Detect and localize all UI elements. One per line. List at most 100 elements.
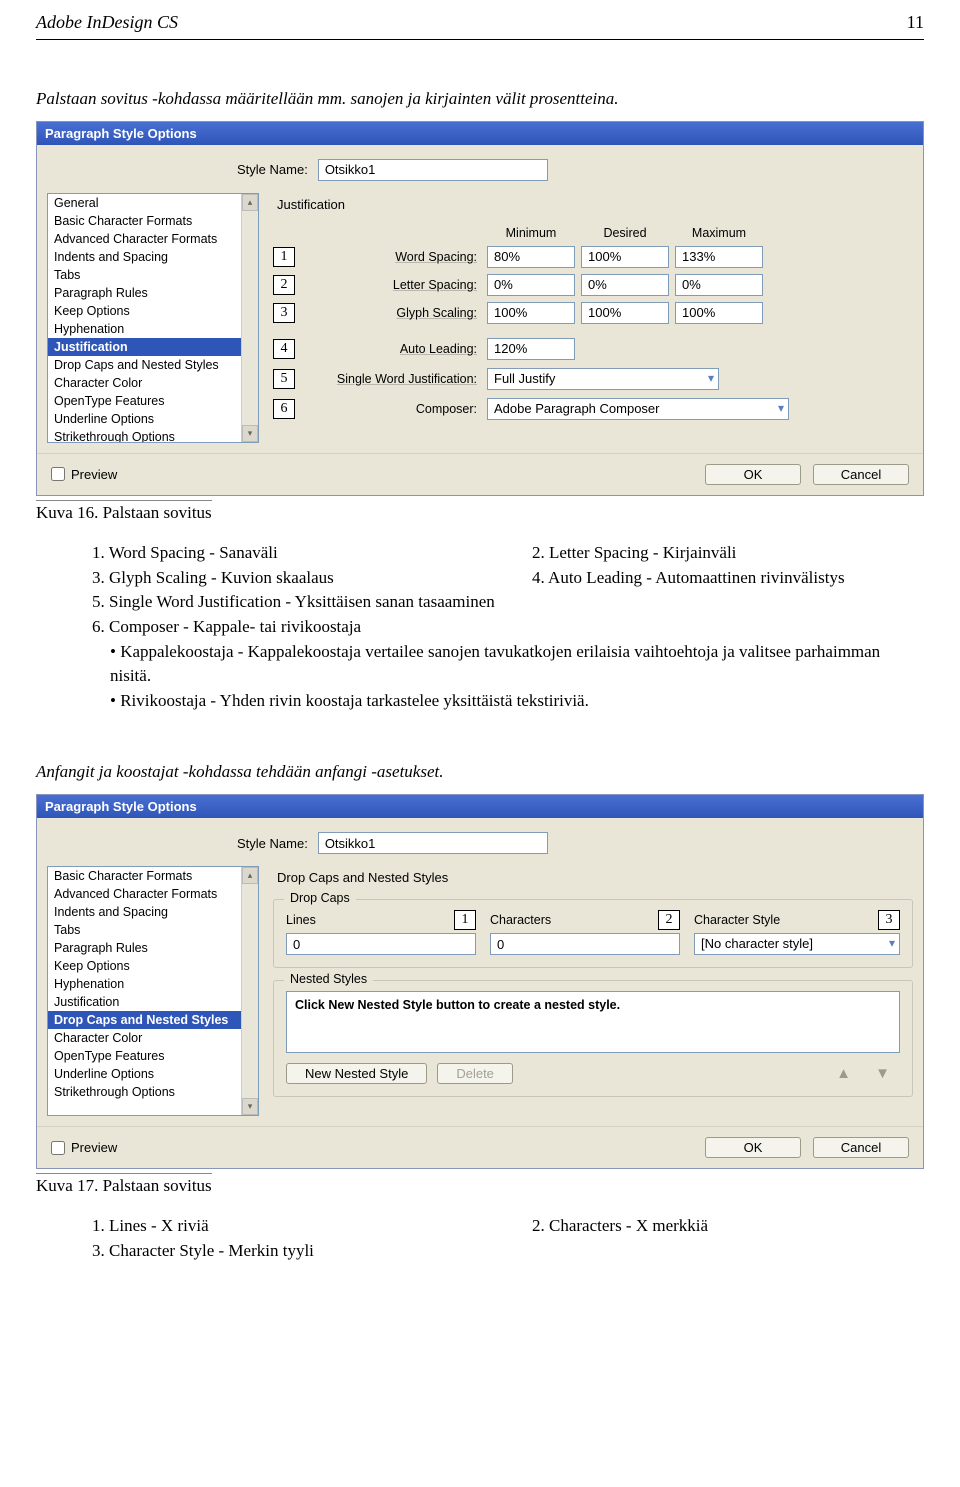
dropcaps-legend: Drop Caps <box>284 891 356 905</box>
style-name-input[interactable] <box>318 832 548 854</box>
annotation-2: 2 <box>273 275 295 295</box>
category-item[interactable]: Basic Character Formats <box>48 867 258 885</box>
annotation-2: 2 <box>658 910 680 930</box>
category-item[interactable]: Drop Caps and Nested Styles <box>48 1011 258 1029</box>
category-item[interactable]: Paragraph Rules <box>48 284 258 302</box>
preview-checkbox[interactable]: Preview <box>51 467 117 482</box>
glyph-scaling-max[interactable] <box>675 302 763 324</box>
cancel-button[interactable]: Cancel <box>813 1137 909 1158</box>
label-character-style: Character Style <box>694 913 780 927</box>
category-item[interactable]: Strikethrough Options <box>48 1083 258 1101</box>
style-name-label: Style Name: <box>237 836 308 851</box>
category-item[interactable]: Strikethrough Options <box>48 428 258 443</box>
letter-spacing-min[interactable] <box>487 274 575 296</box>
single-word-justification-select[interactable]: Full Justify <box>487 368 719 390</box>
scroll-down-icon[interactable]: ▾ <box>242 425 258 442</box>
col-maximum: Maximum <box>675 226 763 240</box>
category-item[interactable]: Drop Caps and Nested Styles <box>48 356 258 374</box>
category-item[interactable]: General <box>48 194 258 212</box>
category-item[interactable]: Justification <box>48 338 258 356</box>
figure-caption-1: Kuva 16. Palstaan sovitus <box>36 500 212 523</box>
preview-checkbox-input[interactable] <box>51 467 65 481</box>
label-auto-leading: Auto Leading: <box>307 342 481 356</box>
auto-leading-input[interactable] <box>487 338 575 360</box>
category-item[interactable]: Keep Options <box>48 957 258 975</box>
category-item[interactable]: Justification <box>48 993 258 1011</box>
dialog-paragraph-style-options-justification: Paragraph Style Options Style Name: Gene… <box>36 121 924 496</box>
character-style-select[interactable]: [No character style] <box>694 933 900 955</box>
nested-styles-fieldset: Nested Styles Click New Nested Style but… <box>273 980 913 1097</box>
category-item[interactable]: Keep Options <box>48 302 258 320</box>
word-spacing-max[interactable] <box>675 246 763 268</box>
new-nested-style-button[interactable]: New Nested Style <box>286 1063 427 1084</box>
intro-text-1: Palstaan sovitus -kohdassa määritellään … <box>0 88 960 111</box>
scrollbar[interactable]: ▴ ▾ <box>241 194 258 442</box>
letter-spacing-des[interactable] <box>581 274 669 296</box>
annotation-6: 6 <box>273 399 295 419</box>
intro-text-2: Anfangit ja koostajat -kohdassa tehdään … <box>0 761 960 784</box>
category-item[interactable]: Hyphenation <box>48 975 258 993</box>
category-item[interactable]: Advanced Character Formats <box>48 230 258 248</box>
category-item[interactable]: OpenType Features <box>48 392 258 410</box>
category-list[interactable]: Basic Character FormatsAdvanced Characte… <box>47 866 259 1116</box>
category-item[interactable]: Indents and Spacing <box>48 903 258 921</box>
label-glyph-scaling: Glyph Scaling: <box>307 306 481 320</box>
annotation-3: 3 <box>273 303 295 323</box>
page-number: 11 <box>907 12 924 33</box>
nested-styles-legend: Nested Styles <box>284 972 373 986</box>
category-item[interactable]: Tabs <box>48 266 258 284</box>
word-spacing-des[interactable] <box>581 246 669 268</box>
category-item[interactable]: Character Color <box>48 374 258 392</box>
characters-input[interactable] <box>490 933 680 955</box>
category-item[interactable]: Basic Character Formats <box>48 212 258 230</box>
scroll-up-icon[interactable]: ▴ <box>242 194 258 211</box>
composer-select[interactable]: Adobe Paragraph Composer <box>487 398 789 420</box>
category-item[interactable]: Paragraph Rules <box>48 939 258 957</box>
lines-input[interactable] <box>286 933 476 955</box>
annotation-1: 1 <box>273 247 295 267</box>
label-single-word-justification: Single Word Justification: <box>307 372 481 386</box>
delete-button[interactable]: Delete <box>437 1063 513 1084</box>
label-characters: Characters <box>490 913 551 927</box>
preview-checkbox[interactable]: Preview <box>51 1140 117 1155</box>
word-spacing-min[interactable] <box>487 246 575 268</box>
preview-label: Preview <box>71 1140 117 1155</box>
header-rule <box>36 39 924 40</box>
category-item[interactable]: OpenType Features <box>48 1047 258 1065</box>
label-composer: Composer: <box>307 402 481 416</box>
category-item[interactable]: Character Color <box>48 1029 258 1047</box>
preview-checkbox-input[interactable] <box>51 1141 65 1155</box>
col-minimum: Minimum <box>487 226 575 240</box>
glyph-scaling-min[interactable] <box>487 302 575 324</box>
figure-caption-2: Kuva 17. Palstaan sovitus <box>36 1173 212 1196</box>
label-lines: Lines <box>286 913 316 927</box>
label-word-spacing: Word Spacing: <box>307 250 481 264</box>
category-items: GeneralBasic Character FormatsAdvanced C… <box>48 194 258 443</box>
nested-styles-message: Click New Nested Style button to create … <box>286 991 900 1053</box>
style-name-input[interactable] <box>318 159 548 181</box>
scroll-down-icon[interactable]: ▾ <box>242 1098 258 1115</box>
category-item[interactable]: Underline Options <box>48 1065 258 1083</box>
category-item[interactable]: Advanced Character Formats <box>48 885 258 903</box>
glyph-scaling-des[interactable] <box>581 302 669 324</box>
legend-list-2: 1. Lines - X riviä 2. Characters - X mer… <box>0 1196 960 1281</box>
style-name-label: Style Name: <box>237 162 308 177</box>
cancel-button[interactable]: Cancel <box>813 464 909 485</box>
section-title: Drop Caps and Nested Styles <box>277 870 913 885</box>
category-item[interactable]: Tabs <box>48 921 258 939</box>
category-item[interactable]: Indents and Spacing <box>48 248 258 266</box>
scrollbar[interactable]: ▴ ▾ <box>241 867 258 1115</box>
letter-spacing-max[interactable] <box>675 274 763 296</box>
doc-title: Adobe InDesign CS <box>36 12 178 33</box>
col-desired: Desired <box>581 226 669 240</box>
scroll-up-icon[interactable]: ▴ <box>242 867 258 884</box>
category-item[interactable]: Underline Options <box>48 410 258 428</box>
reorder-arrows-icon: ▲ ▼ <box>836 1065 900 1082</box>
preview-label: Preview <box>71 467 117 482</box>
ok-button[interactable]: OK <box>705 464 801 485</box>
section-title: Justification <box>277 197 913 212</box>
ok-button[interactable]: OK <box>705 1137 801 1158</box>
category-list[interactable]: GeneralBasic Character FormatsAdvanced C… <box>47 193 259 443</box>
category-item[interactable]: Hyphenation <box>48 320 258 338</box>
dialog-paragraph-style-options-dropcaps: Paragraph Style Options Style Name: Basi… <box>36 794 924 1169</box>
